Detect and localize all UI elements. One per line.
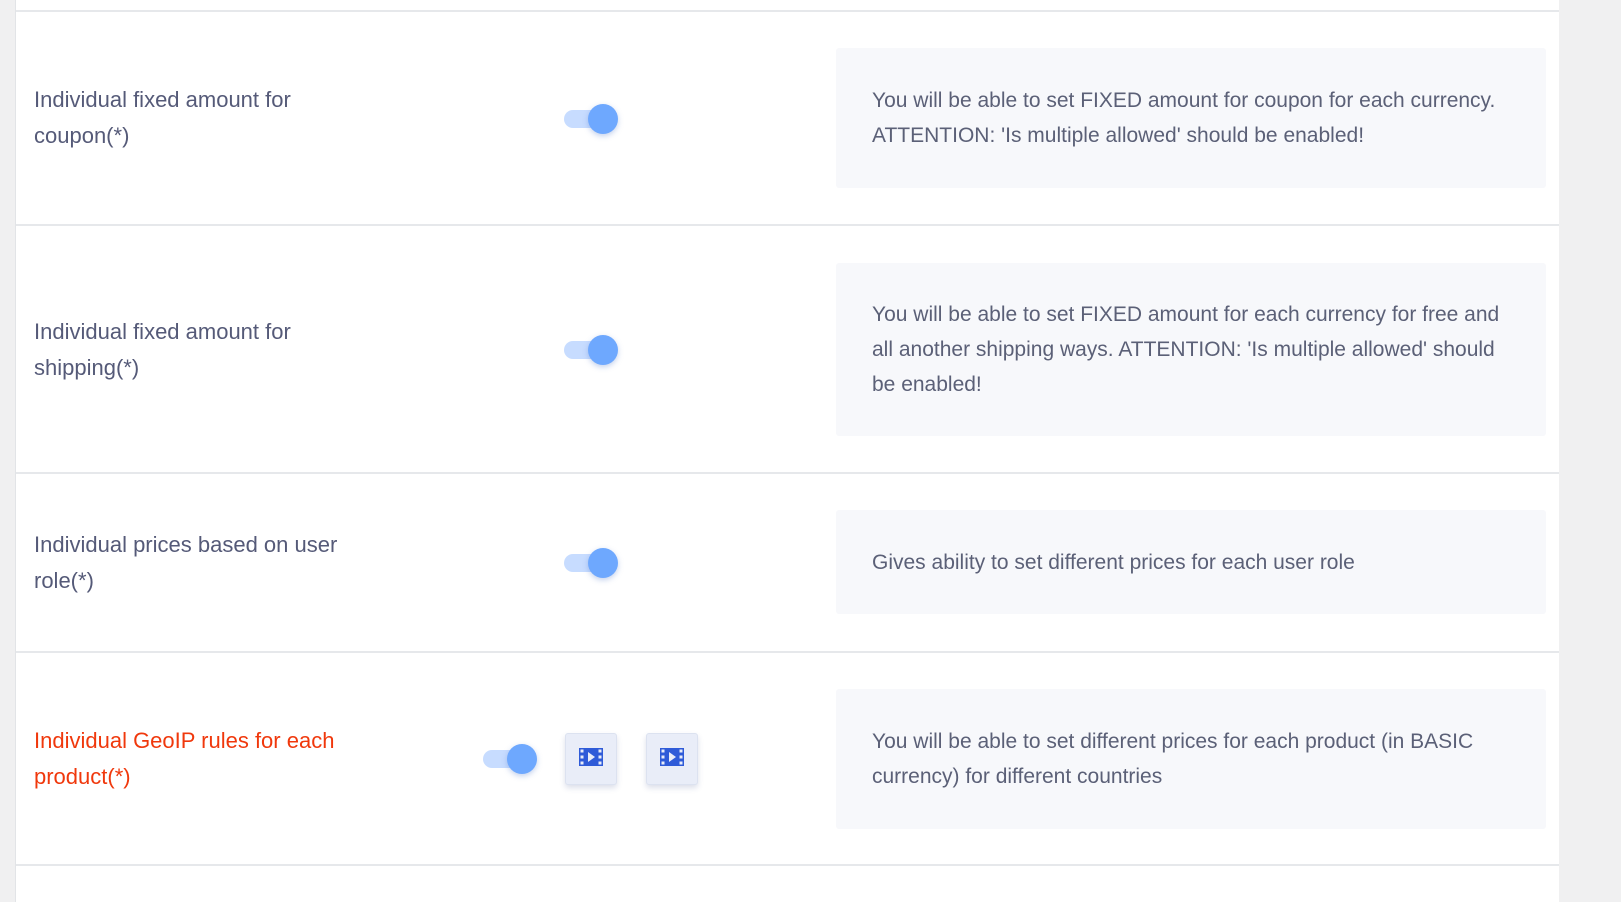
- setting-label-coupon: Individual fixed amount for coupon(*): [34, 87, 291, 148]
- description-text: You will be able to set FIXED amount for…: [872, 89, 1496, 147]
- coupon-toggle[interactable]: [564, 102, 620, 134]
- geoip-toggle[interactable]: [483, 742, 539, 774]
- setting-row-shipping: Individual fixed amount for shipping(*) …: [16, 226, 1559, 474]
- video-button-1[interactable]: [565, 733, 617, 785]
- settings-panel: Individual fixed amount for coupon(*) Yo…: [15, 0, 1559, 902]
- toggle-knob: [588, 548, 618, 578]
- toggle-knob: [588, 335, 618, 365]
- description-text: You will be able to set different prices…: [872, 730, 1474, 788]
- description-text: You will be able to set FIXED amount for…: [872, 303, 1500, 396]
- setting-description-geoip: You will be able to set different prices…: [836, 689, 1546, 829]
- setting-row-user-role: Individual prices based on user role(*) …: [16, 474, 1559, 653]
- setting-label-user-role: Individual prices based on user role(*): [34, 532, 338, 593]
- description-text: Gives ability to set different prices fo…: [872, 550, 1355, 574]
- setting-description-coupon: You will be able to set FIXED amount for…: [836, 48, 1546, 188]
- setting-row-coupon: Individual fixed amount for coupon(*) Yo…: [16, 12, 1559, 226]
- video-icon: [660, 747, 684, 771]
- setting-description-user-role: Gives ability to set different prices fo…: [836, 510, 1546, 614]
- shipping-toggle[interactable]: [564, 333, 620, 365]
- user-role-toggle[interactable]: [564, 546, 620, 578]
- setting-row-geoip: Individual GeoIP rules for each product(…: [16, 653, 1559, 866]
- video-icon: [579, 747, 603, 771]
- toggle-knob: [507, 744, 537, 774]
- video-button-2[interactable]: [646, 733, 698, 785]
- toggle-knob: [588, 104, 618, 134]
- setting-label-shipping: Individual fixed amount for shipping(*): [34, 319, 291, 380]
- row-divider-top: [16, 0, 1559, 12]
- setting-description-shipping: You will be able to set FIXED amount for…: [836, 263, 1546, 436]
- setting-label-geoip: Individual GeoIP rules for each product(…: [34, 728, 335, 789]
